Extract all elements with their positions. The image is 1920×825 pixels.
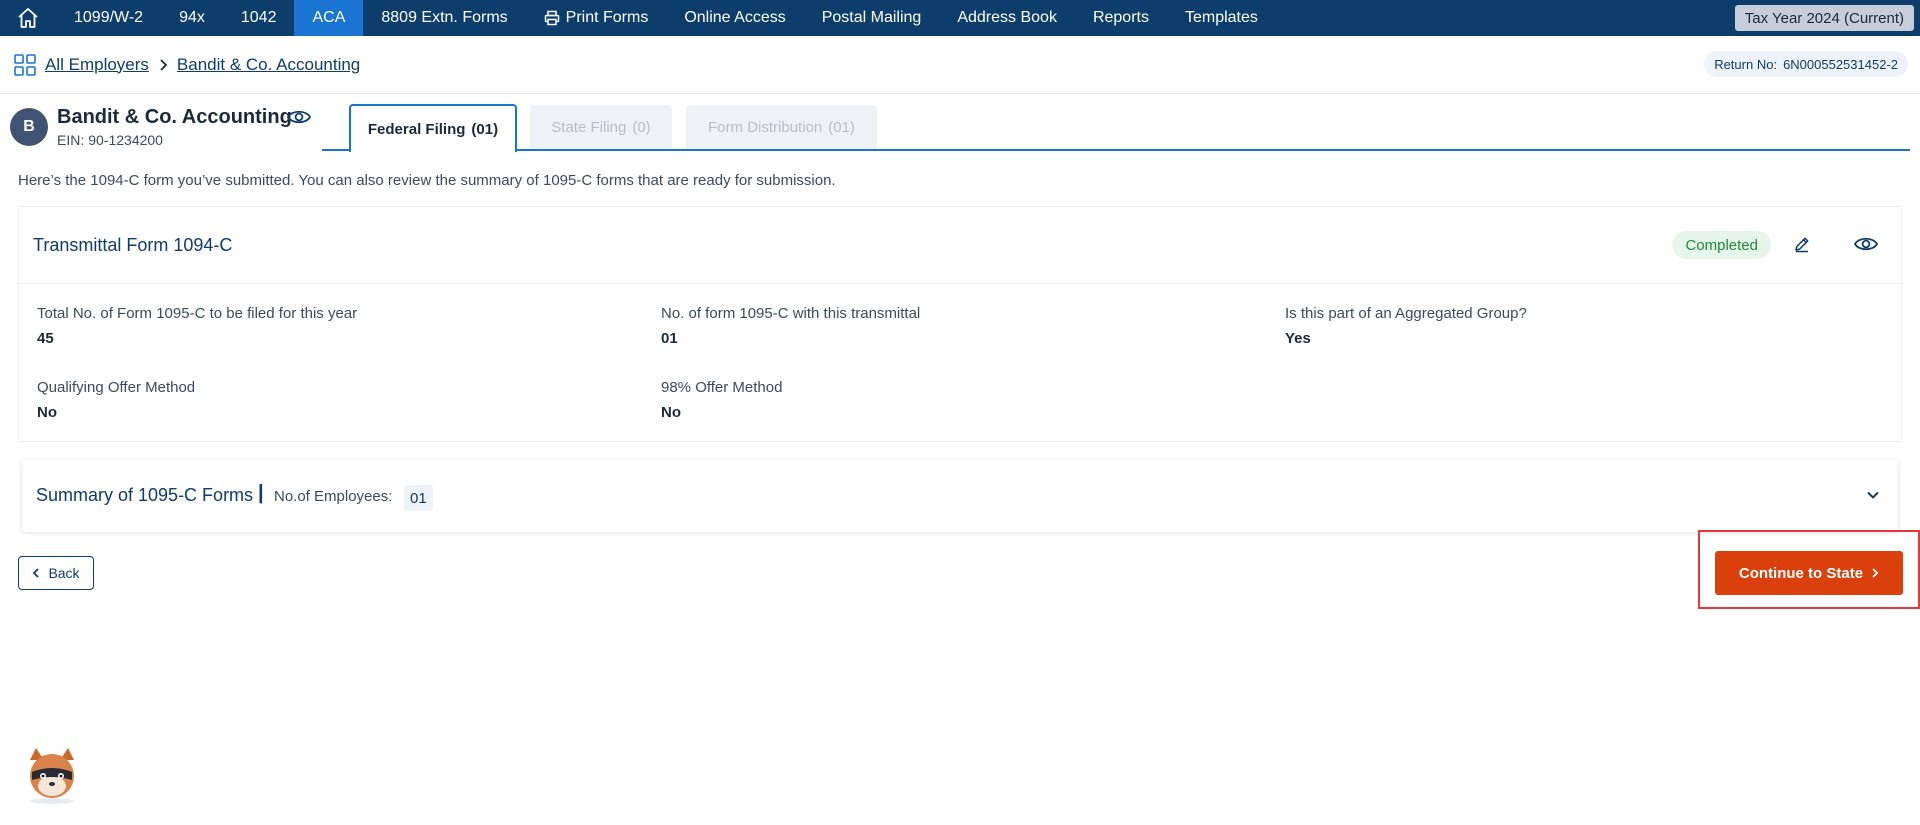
employees-count: 01 [404, 485, 433, 511]
home-icon [16, 6, 40, 30]
nav-templates[interactable]: Templates [1167, 0, 1276, 36]
employees-label: No.of Employees: [274, 488, 393, 505]
return-number-badge: Return No: 6N000552531452-2 [1704, 51, 1908, 77]
nav-label: 1099/W-2 [74, 9, 144, 26]
chevron-right-icon [1871, 567, 1879, 579]
employer-name: Bandit & Co. Accounting [57, 106, 292, 128]
ein-value: 90-1234200 [88, 132, 163, 148]
printer-icon [544, 10, 560, 26]
nav-label: Templates [1184, 9, 1258, 26]
field-1095c-with-transmittal: No. of form 1095-C with this transmittal… [661, 305, 920, 347]
avatar: B [10, 108, 48, 146]
field-98-offer-method: 98% Offer Method No [661, 379, 782, 421]
field-qualifying-offer-method: Qualifying Offer Method No [37, 379, 195, 421]
transmittal-title: Transmittal Form 1094-C [33, 235, 233, 255]
breadcrumb-current-employer[interactable]: Bandit & Co. Accounting [177, 55, 360, 75]
breadcrumb-all-employers[interactable]: All Employers [45, 55, 149, 75]
field-label: Qualifying Offer Method [37, 379, 196, 396]
nav-1042[interactable]: 1042 [223, 0, 295, 36]
tab-state-filing[interactable]: State Filing (0) [530, 105, 672, 149]
transmittal-card: Transmittal Form 1094-C Completed Total … [18, 206, 1902, 442]
tax-year-selector[interactable]: Tax Year 2024 (Current) [1734, 5, 1914, 31]
field-label: Total No. of Form 1095-C to be filed for… [37, 305, 358, 322]
tab-count: (01) [471, 120, 499, 138]
back-button[interactable]: Back [18, 556, 94, 590]
employer-ein: EIN: 90-1234200 [57, 132, 163, 148]
eye-icon[interactable] [1853, 233, 1879, 255]
ein-label: EIN: [57, 132, 85, 148]
nav-label: Reports [1092, 9, 1149, 26]
nav-print-forms[interactable]: Print Forms [526, 0, 667, 36]
nav-label: ACA [312, 9, 346, 26]
summary-separator: | [258, 482, 264, 504]
breadcrumb: All Employers Bandit & Co. Accounting Re… [0, 36, 1920, 94]
nav-94x[interactable]: 94x [161, 0, 223, 36]
top-nav: 1099/W-2 94x 1042 ACA 8809 Extn. Forms P… [0, 0, 1920, 36]
field-label: 98% Offer Method [661, 379, 783, 396]
nav-label: 94x [179, 9, 205, 26]
summary-title: Summary of 1095-C Forms [36, 485, 254, 505]
tab-underline [322, 149, 1910, 151]
return-number-label: Return No: [1714, 56, 1778, 72]
nav-label: Address Book [957, 9, 1057, 26]
tab-label: Form Distribution [708, 118, 823, 136]
home-button[interactable] [0, 0, 56, 36]
nav-8809-extn-forms[interactable]: 8809 Extn. Forms [363, 0, 525, 36]
status-badge: Completed [1672, 231, 1771, 259]
nav-label: Print Forms [565, 9, 649, 26]
eye-icon[interactable] [286, 106, 312, 128]
chevron-right-icon [157, 58, 169, 72]
raccoon-mascot-icon[interactable] [20, 746, 84, 806]
tab-label: Federal Filing [367, 120, 466, 138]
tab-label: State Filing [551, 118, 627, 136]
nav-address-book[interactable]: Address Book [939, 0, 1075, 36]
continue-button-label: Continue to State [1738, 564, 1864, 582]
tab-form-distribution[interactable]: Form Distribution (01) [686, 105, 877, 149]
return-number-value: 6N000552531452-2 [1783, 56, 1898, 72]
tab-federal-filing[interactable]: Federal Filing (01) [349, 104, 517, 152]
transmittal-card-header: Transmittal Form 1094-C Completed [19, 207, 1901, 284]
nav-1099-w2[interactable]: 1099/W-2 [56, 0, 161, 36]
field-value: Yes [1285, 330, 1311, 347]
field-value: 45 [37, 330, 54, 347]
field-total-1095c: Total No. of Form 1095-C to be filed for… [37, 305, 357, 347]
tab-count: (01) [828, 118, 855, 136]
field-label: No. of form 1095-C with this transmittal [661, 305, 921, 322]
nav-online-access[interactable]: Online Access [666, 0, 803, 36]
field-value: 01 [661, 330, 678, 347]
chevron-left-icon [32, 567, 40, 579]
nav-label: 1042 [240, 9, 277, 26]
nav-label: Postal Mailing [821, 9, 922, 26]
continue-to-state-button[interactable]: Continue to State [1715, 551, 1903, 595]
pencil-icon[interactable] [1793, 235, 1811, 253]
grid-icon[interactable] [13, 53, 37, 77]
field-value: No [661, 404, 681, 421]
field-label: Is this part of an Aggregated Group? [1285, 305, 1527, 322]
nav-aca[interactable]: ACA [294, 0, 364, 36]
field-aggregated-group: Is this part of an Aggregated Group? Yes [1285, 305, 1527, 347]
intro-text: Here’s the 1094-C form you’ve submitted.… [18, 172, 836, 189]
nav-label: Online Access [684, 9, 786, 26]
summary-card[interactable]: Summary of 1095-C Forms | No.of Employee… [22, 460, 1898, 532]
nav-postal-mailing[interactable]: Postal Mailing [804, 0, 940, 36]
field-value: No [37, 404, 57, 421]
nav-reports[interactable]: Reports [1075, 0, 1167, 36]
nav-label: 8809 Extn. Forms [381, 9, 508, 26]
back-button-label: Back [48, 565, 80, 581]
tab-count: (0) [632, 118, 651, 136]
chevron-down-icon[interactable] [1864, 486, 1882, 504]
